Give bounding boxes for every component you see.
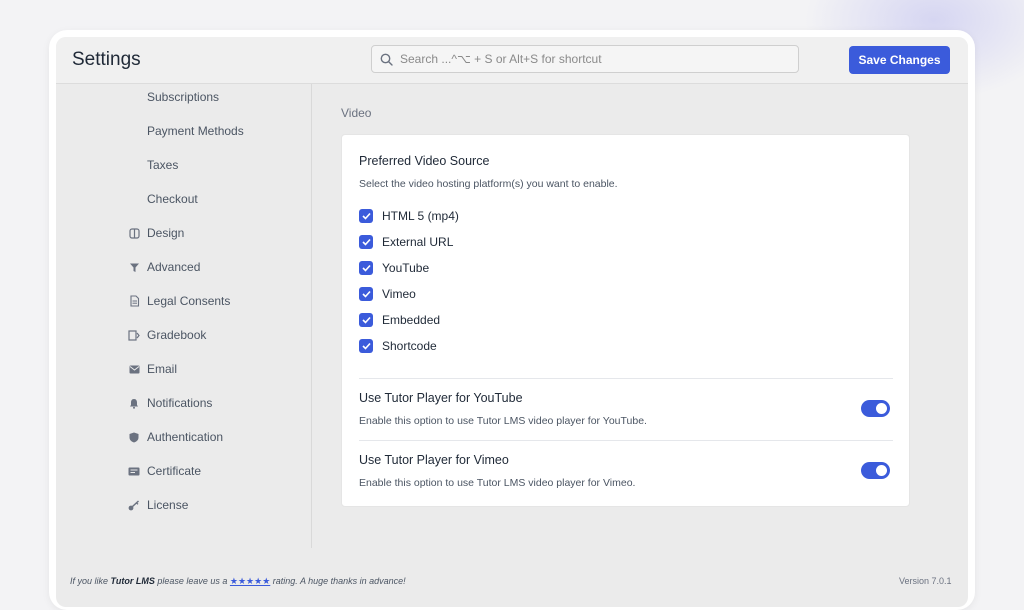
header-bar: Settings Search ...^⌥ + S or Alt+S for s… (56, 37, 968, 84)
sidebar-item-label: Authentication (147, 430, 224, 444)
search-placeholder: Search ...^⌥ + S or Alt+S for shortcut (400, 52, 602, 66)
footer-middle: please leave us a (154, 576, 230, 586)
checkbox-external-url[interactable]: External URL (359, 234, 453, 250)
sidebar-item-subscriptions[interactable]: Subscriptions (147, 87, 219, 107)
sidebar-item-taxes[interactable]: Taxes (147, 155, 178, 175)
footer-prefix: If you like (70, 576, 111, 586)
footer-rating-note: If you like Tutor LMS please leave us a … (70, 576, 406, 587)
sidebar-item-design[interactable]: Design (127, 223, 184, 243)
sidebar-item-label: Certificate (147, 464, 202, 478)
checkbox-label: Embedded (382, 313, 441, 327)
vimeo-player-title: Use Tutor Player for Vimeo (359, 453, 509, 467)
settings-window: Settings Search ...^⌥ + S or Alt+S for s… (56, 37, 968, 607)
gradebook-icon (127, 328, 141, 342)
sidebar-item-label: Notifications (147, 396, 213, 410)
divider (359, 378, 893, 379)
checkbox-checked-icon[interactable] (359, 287, 373, 301)
sidebar: Subscriptions Payment Methods Taxes Chec… (56, 84, 312, 548)
footer-suffix: rating. A huge thanks in advance! (270, 576, 406, 586)
youtube-player-toggle[interactable] (861, 400, 890, 417)
sidebar-item-notifications[interactable]: Notifications (127, 393, 212, 413)
checkbox-checked-icon[interactable] (359, 313, 373, 327)
vimeo-player-toggle[interactable] (861, 462, 890, 479)
design-icon (127, 226, 141, 240)
advanced-icon (127, 260, 141, 274)
checkbox-embedded[interactable]: Embedded (359, 312, 440, 328)
sidebar-item-label: License (147, 498, 189, 512)
sidebar-item-label: Gradebook (147, 328, 207, 342)
shield-icon (127, 430, 141, 444)
sidebar-item-certificate[interactable]: Certificate (127, 461, 201, 481)
search-icon (380, 53, 393, 66)
save-changes-button[interactable]: Save Changes (849, 46, 950, 74)
rating-stars-link[interactable]: ★★★★★ (230, 576, 270, 586)
video-source-description: Select the video hosting platform(s) you… (359, 178, 618, 190)
checkbox-vimeo[interactable]: Vimeo (359, 286, 416, 302)
toggle-knob (876, 465, 887, 476)
sidebar-item-gradebook[interactable]: Gradebook (127, 325, 206, 345)
video-source-title: Preferred Video Source (359, 154, 490, 168)
divider (359, 440, 893, 441)
sidebar-item-license[interactable]: License (127, 495, 188, 515)
checkbox-checked-icon[interactable] (359, 235, 373, 249)
sidebar-item-label: Checkout (147, 192, 198, 206)
checkbox-checked-icon[interactable] (359, 339, 373, 353)
sidebar-item-label: Legal Consents (147, 294, 231, 308)
sidebar-item-advanced[interactable]: Advanced (127, 257, 200, 277)
sidebar-item-label: Email (147, 362, 178, 376)
page-title: Settings (72, 49, 141, 70)
sidebar-item-label: Taxes (147, 158, 179, 172)
section-heading-video: Video (341, 106, 372, 120)
sidebar-item-legal-consents[interactable]: Legal Consents (127, 291, 230, 311)
checkbox-label: Vimeo (382, 287, 416, 301)
vimeo-player-description: Enable this option to use Tutor LMS vide… (359, 477, 636, 489)
checkbox-label: External URL (382, 235, 454, 249)
checkbox-html5[interactable]: HTML 5 (mp4) (359, 208, 459, 224)
version-label: Version 7.0.1 (899, 576, 952, 586)
video-settings-card: Preferred Video Source Select the video … (341, 134, 910, 507)
sidebar-item-authentication[interactable]: Authentication (127, 427, 223, 447)
checkbox-label: YouTube (382, 261, 430, 275)
sidebar-item-label: Subscriptions (147, 90, 220, 104)
sidebar-item-payment-methods[interactable]: Payment Methods (147, 121, 244, 141)
search-input[interactable]: Search ...^⌥ + S or Alt+S for shortcut (371, 45, 799, 73)
youtube-player-description: Enable this option to use Tutor LMS vide… (359, 415, 647, 427)
checkbox-youtube[interactable]: YouTube (359, 260, 429, 276)
key-icon (127, 498, 141, 512)
toggle-knob (876, 403, 887, 414)
document-icon (127, 294, 141, 308)
sidebar-item-label: Design (147, 226, 185, 240)
sidebar-item-label: Advanced (147, 260, 201, 274)
footer-brand: Tutor LMS (110, 576, 155, 586)
certificate-icon (127, 464, 141, 478)
checkbox-label: Shortcode (382, 339, 437, 353)
youtube-player-title: Use Tutor Player for YouTube (359, 391, 523, 405)
sidebar-item-label: Payment Methods (147, 124, 244, 138)
sidebar-item-checkout[interactable]: Checkout (147, 189, 198, 209)
checkbox-checked-icon[interactable] (359, 209, 373, 223)
checkbox-checked-icon[interactable] (359, 261, 373, 275)
checkbox-label: HTML 5 (mp4) (382, 209, 459, 223)
bell-icon (127, 396, 141, 410)
checkbox-shortcode[interactable]: Shortcode (359, 338, 437, 354)
envelope-icon (127, 362, 141, 376)
sidebar-item-email[interactable]: Email (127, 359, 177, 379)
